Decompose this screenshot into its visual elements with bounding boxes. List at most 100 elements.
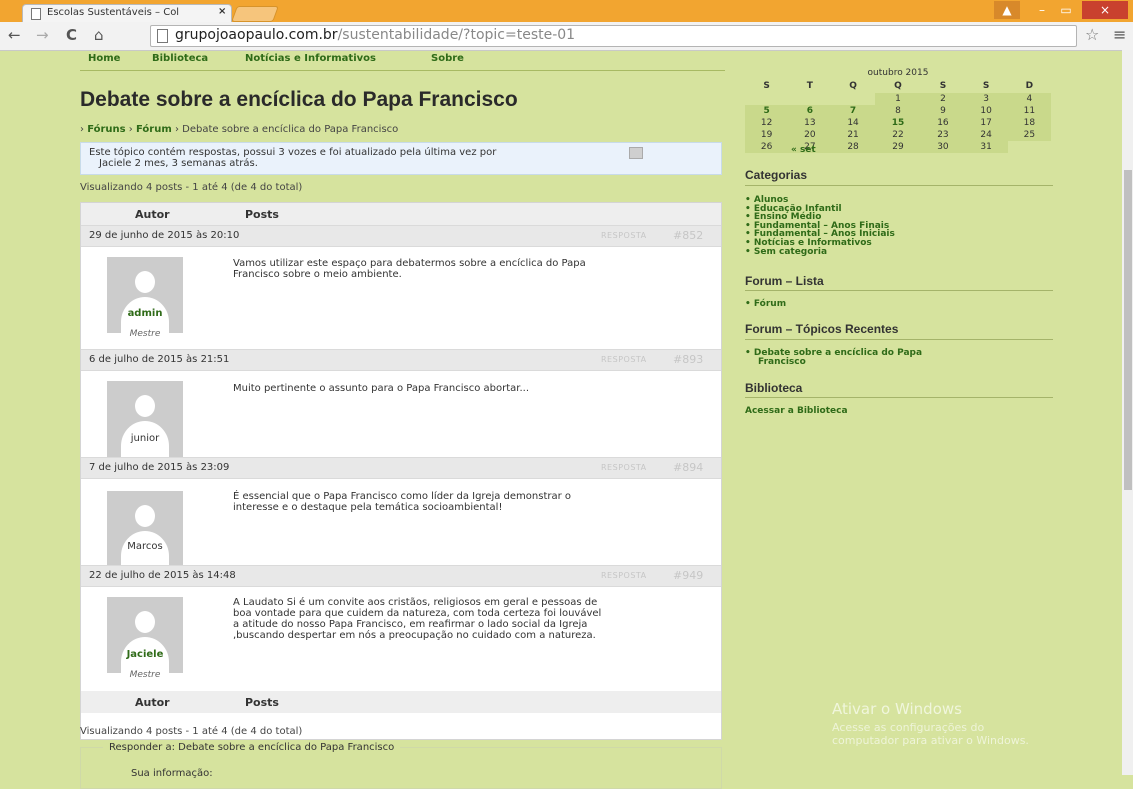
- calendar-day: 10: [964, 105, 1008, 117]
- widget-divider: [745, 290, 1053, 291]
- weekday-label: S: [763, 80, 770, 91]
- breadcrumb-separator: ›: [174, 124, 179, 135]
- post-header: 22 de julho de 2015 às 14:48 RESPOSTA #9…: [81, 565, 721, 587]
- post-header: 7 de julho de 2015 às 23:09 RESPOSTA #89…: [81, 457, 721, 479]
- avatar[interactable]: [107, 597, 183, 673]
- reload-icon[interactable]: C: [66, 26, 77, 44]
- category-link[interactable]: Sem categoria: [745, 247, 895, 257]
- home-icon[interactable]: ⌂: [94, 26, 104, 44]
- post-date: 7 de julho de 2015 às 23:09: [89, 462, 230, 473]
- maximize-button[interactable]: ▭: [1054, 1, 1078, 19]
- author-name[interactable]: Marcos: [81, 541, 209, 552]
- back-arrow-icon[interactable]: ←: [8, 26, 21, 44]
- watermark-line: Acesse as configurações do: [832, 721, 985, 734]
- browser-tab-strip: Escolas Sustentáveis – Col × ▲ – ▭ ×: [0, 0, 1133, 23]
- author-column-header: Autor: [135, 696, 170, 709]
- recent-topic-line[interactable]: Francisco: [745, 357, 806, 367]
- watermark-line: computador para ativar o Windows.: [832, 734, 1029, 747]
- calendar-day: 28: [831, 141, 875, 153]
- reply-link[interactable]: RESPOSTA: [601, 355, 647, 364]
- post-number[interactable]: #893: [673, 353, 703, 366]
- page-title: Debate sobre a encíclica do Papa Francis…: [80, 88, 518, 111]
- post-date: 29 de junho de 2015 às 20:10: [89, 230, 240, 241]
- author-name[interactable]: junior: [81, 433, 209, 444]
- page-icon: [31, 8, 41, 20]
- library-link[interactable]: Acessar a Biblioteca: [745, 406, 848, 416]
- avatar[interactable]: [107, 381, 183, 457]
- post-line: boa vontade para que cuidem da natureza,…: [233, 608, 602, 619]
- weekday-label: Q: [849, 80, 857, 91]
- breadcrumb-separator: ›: [128, 124, 133, 135]
- top-navigation: Home Biblioteca Notícias e Informativos …: [80, 50, 730, 72]
- widget-divider: [745, 397, 1053, 398]
- reply-link[interactable]: RESPOSTA: [601, 571, 647, 580]
- avatar[interactable]: [107, 491, 183, 567]
- nav-sobre[interactable]: Sobre: [431, 53, 464, 64]
- weekday-label: S: [939, 80, 947, 91]
- calendar-day: 4: [1007, 93, 1051, 105]
- menu-icon[interactable]: ≡: [1113, 25, 1126, 44]
- reply-link[interactable]: RESPOSTA: [601, 231, 647, 240]
- forum-list-title: Forum – Lista: [745, 274, 824, 288]
- tab-close-icon[interactable]: ×: [218, 6, 226, 17]
- recent-topics-title: Forum – Tópicos Recentes: [745, 322, 899, 336]
- post-content: A Laudato Si é um convite aos cristãos, …: [233, 597, 711, 641]
- author-name[interactable]: Jaciele: [81, 649, 209, 660]
- breadcrumb-forum[interactable]: Fórum: [136, 124, 172, 135]
- reply-link[interactable]: RESPOSTA: [601, 463, 647, 472]
- url-field[interactable]: grupojoaopaulo.com.br/sustentabilidade/?…: [150, 25, 1077, 47]
- window-close-button[interactable]: ×: [1082, 1, 1128, 19]
- calendar-prev-month[interactable]: « set: [791, 145, 816, 155]
- avatar[interactable]: [107, 257, 183, 333]
- calendar-day[interactable]: 15: [874, 117, 922, 129]
- nav-noticias[interactable]: Notícias e Informativos: [245, 53, 376, 64]
- breadcrumb-separator: ›: [80, 124, 84, 135]
- post-line: ,buscando despertar em nós a preocupação…: [233, 630, 596, 641]
- calendar-day: 17: [964, 117, 1008, 129]
- url-host: grupojoaopaulo.com.br: [175, 27, 338, 43]
- address-bar-row: ← → C ⌂ grupojoaopaulo.com.br/sustentabi…: [0, 22, 1133, 51]
- calendar-day: 16: [921, 117, 965, 129]
- user-profile-icon[interactable]: ▲: [994, 1, 1020, 19]
- minimize-button[interactable]: –: [1030, 1, 1054, 19]
- post-number[interactable]: #894: [673, 461, 703, 474]
- scrollbar[interactable]: [1122, 50, 1133, 775]
- calendar-day: 23: [921, 129, 965, 141]
- author-name[interactable]: admin: [81, 308, 209, 319]
- post-content: Muito pertinente o assunto para o Papa F…: [233, 383, 711, 394]
- calendar-day: 1: [874, 93, 922, 105]
- post-line: Muito pertinente o assunto para o Papa F…: [233, 383, 530, 394]
- post-line: A Laudato Si é um convite aos cristãos, …: [233, 597, 598, 608]
- calendar-table: STQQSSD 1 2 3 4 5 6 7 8 9 10 11 12 13 14 15 16 17 18 19 20 2…: [745, 78, 1051, 153]
- forum-posts-table: Autor Posts 29 de junho de 2015 às 20:10…: [80, 202, 722, 740]
- reply-form: Responder a: Debate sobre a encíclica do…: [80, 742, 722, 789]
- post-number[interactable]: #852: [673, 229, 703, 242]
- calendar-day[interactable]: 6: [788, 105, 832, 117]
- post-line: interesse e o destaque pela temática soc…: [233, 502, 503, 513]
- calendar-day[interactable]: 7: [831, 105, 875, 117]
- forward-arrow-icon[interactable]: →: [36, 26, 49, 44]
- new-tab-button[interactable]: [231, 6, 279, 22]
- calendar-day[interactable]: 5: [745, 105, 789, 117]
- notice-text: Este tópico contém respostas, possui 3 v…: [89, 147, 497, 158]
- windows-activation-text: Acesse as configurações do computador pa…: [832, 721, 1029, 747]
- calendar-day: 14: [831, 117, 875, 129]
- posts-column-header: Posts: [245, 208, 279, 221]
- post-number[interactable]: #949: [673, 569, 703, 582]
- bookmark-star-icon[interactable]: ☆: [1085, 25, 1099, 44]
- widget-divider: [745, 185, 1053, 186]
- recent-topic-link[interactable]: Debate sobre a encíclica do PapaFrancisc…: [745, 349, 922, 367]
- page-icon: [157, 29, 168, 43]
- nav-biblioteca[interactable]: Biblioteca: [152, 53, 208, 64]
- forum-link[interactable]: Fórum: [745, 300, 786, 309]
- browser-tab[interactable]: Escolas Sustentáveis – Col ×: [22, 4, 232, 23]
- calendar-day: 21: [831, 129, 875, 141]
- scrollbar-thumb[interactable]: [1124, 170, 1132, 490]
- library-title: Biblioteca: [745, 381, 803, 395]
- breadcrumb-current: Debate sobre a encíclica do Papa Francis…: [182, 124, 399, 135]
- reply-form-subheading: Sua informação:: [131, 768, 213, 779]
- url-path: /sustentabilidade/?topic=teste-01: [337, 27, 576, 43]
- calendar-empty-cell: [1008, 141, 1051, 153]
- nav-home[interactable]: Home: [88, 53, 120, 64]
- breadcrumb-foruns[interactable]: Fóruns: [87, 124, 125, 135]
